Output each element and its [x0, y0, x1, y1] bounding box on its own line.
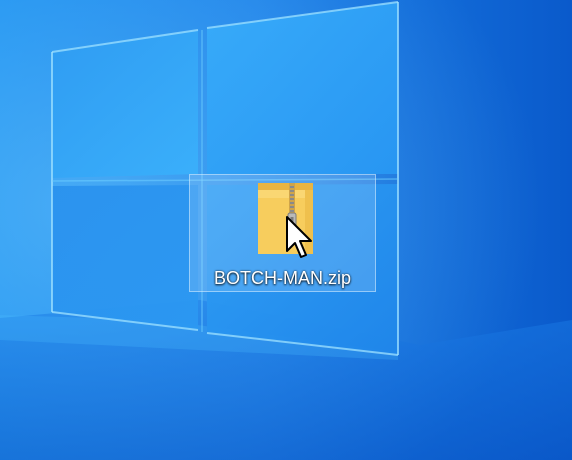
desktop-icon-label[interactable]: BOTCH-MAN.zip	[189, 266, 376, 290]
arrow-pointer-icon	[285, 215, 317, 263]
desktop[interactable]: BOTCH-MAN.zip	[0, 0, 572, 460]
